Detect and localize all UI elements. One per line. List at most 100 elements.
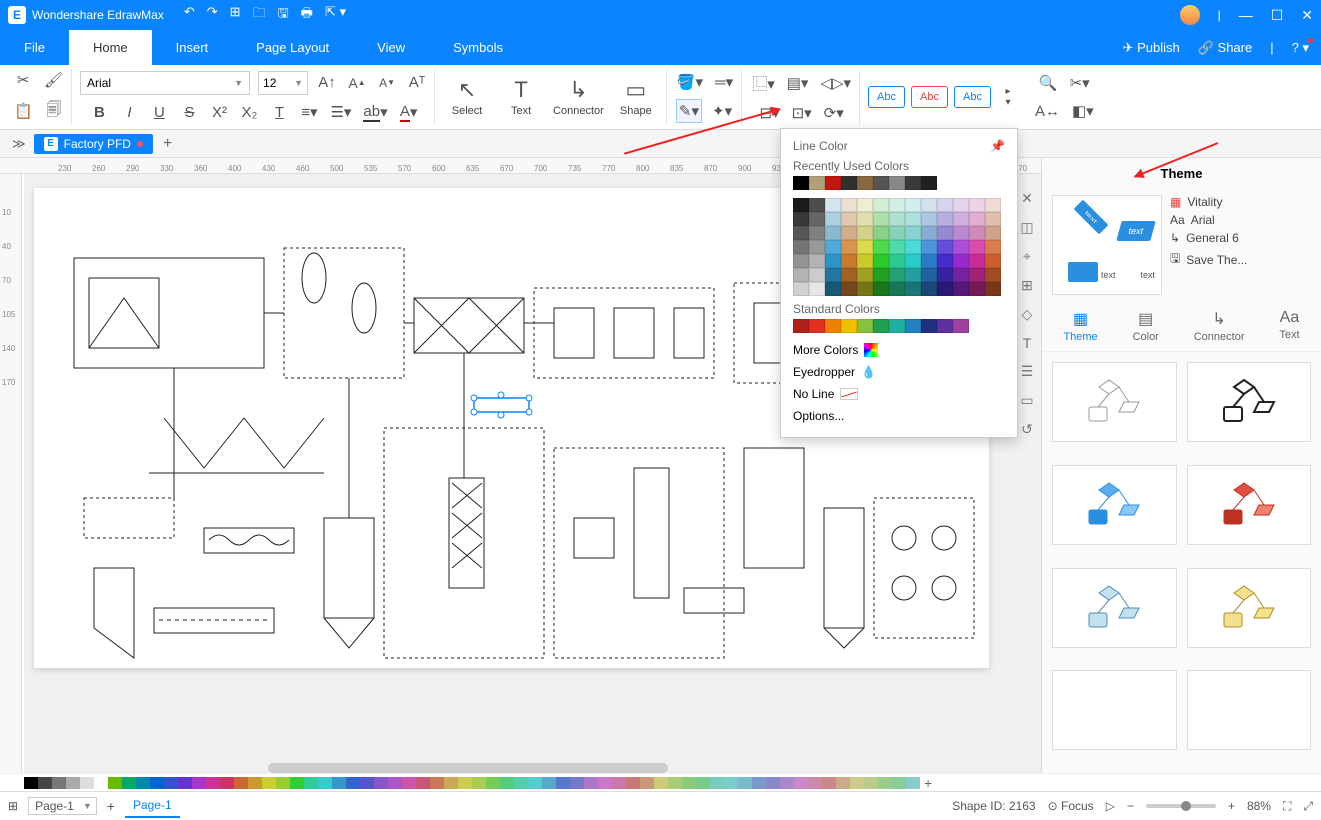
color-swatch[interactable] <box>857 212 873 226</box>
color-swatch[interactable] <box>857 226 873 240</box>
color-swatch[interactable] <box>857 282 873 296</box>
color-swatch[interactable] <box>793 212 809 226</box>
strip-swatch[interactable] <box>444 777 458 789</box>
edge-tool-lock-icon[interactable]: ⊞ <box>1021 277 1033 294</box>
export-icon[interactable]: ⇱ ▾ <box>325 4 346 26</box>
color-swatch[interactable] <box>841 226 857 240</box>
color-swatch[interactable] <box>937 254 953 268</box>
find-icon[interactable]: 🔍 <box>1037 72 1060 94</box>
help-button[interactable]: ? ▾ <box>1292 40 1309 56</box>
quick-style-3[interactable]: Abc <box>954 86 991 108</box>
strip-swatch[interactable] <box>584 777 598 789</box>
tabs-more-icon[interactable]: ≫ <box>4 136 34 152</box>
color-swatch[interactable] <box>841 268 857 282</box>
color-swatch[interactable] <box>793 254 809 268</box>
color-swatch[interactable] <box>809 254 825 268</box>
color-swatch[interactable] <box>985 212 1001 226</box>
color-swatch[interactable] <box>937 282 953 296</box>
size-icon[interactable]: ⊡▾ <box>790 102 814 124</box>
color-swatch[interactable] <box>873 226 889 240</box>
color-swatch[interactable] <box>953 268 969 282</box>
strip-swatch[interactable] <box>598 777 612 789</box>
page-select[interactable]: Page-1▼ <box>28 797 97 815</box>
font-case-icon[interactable]: Aᵀ <box>406 72 428 93</box>
menu-insert[interactable]: Insert <box>152 30 233 65</box>
color-swatch[interactable] <box>905 198 921 212</box>
subscript-icon[interactable]: X₂ <box>238 102 260 123</box>
color-swatch[interactable] <box>953 254 969 268</box>
color-swatch[interactable] <box>809 282 825 296</box>
theme-card[interactable] <box>1187 465 1312 545</box>
color-swatch[interactable] <box>841 212 857 226</box>
color-swatch[interactable] <box>889 254 905 268</box>
strip-swatch[interactable] <box>864 777 878 789</box>
bold-icon[interactable]: B <box>88 102 110 123</box>
color-swatch[interactable] <box>969 282 985 296</box>
color-swatch[interactable] <box>809 268 825 282</box>
strip-swatch[interactable] <box>822 777 836 789</box>
color-swatch[interactable] <box>889 226 905 240</box>
strip-swatch[interactable] <box>416 777 430 789</box>
color-swatch[interactable] <box>985 198 1001 212</box>
minimize-button[interactable]: — <box>1239 7 1253 23</box>
theme-card[interactable] <box>1187 568 1312 648</box>
font-color-icon[interactable]: A▾ <box>398 101 420 124</box>
superscript-icon[interactable]: X² <box>208 102 230 123</box>
color-swatch[interactable] <box>809 240 825 254</box>
strip-swatch[interactable] <box>248 777 262 789</box>
strip-swatch[interactable] <box>892 777 906 789</box>
color-swatch[interactable] <box>857 268 873 282</box>
color-swatch[interactable] <box>969 226 985 240</box>
edge-tool-focus-icon[interactable]: ⌖ <box>1023 248 1031 265</box>
style-more-icon[interactable]: ▸▾ <box>997 84 1019 110</box>
color-swatch[interactable] <box>793 226 809 240</box>
strip-swatch[interactable] <box>738 777 752 789</box>
strip-swatch[interactable] <box>528 777 542 789</box>
zoom-value[interactable]: 88% <box>1247 799 1271 813</box>
document-tab[interactable]: E Factory PFD <box>34 134 153 154</box>
color-swatch[interactable] <box>841 198 857 212</box>
strip-swatch[interactable] <box>570 777 584 789</box>
strip-swatch[interactable] <box>402 777 416 789</box>
color-swatch[interactable] <box>937 240 953 254</box>
color-swatch[interactable] <box>905 240 921 254</box>
strip-swatch[interactable] <box>80 777 94 789</box>
color-swatch[interactable] <box>825 212 841 226</box>
color-swatch[interactable] <box>889 319 905 333</box>
color-swatch[interactable] <box>873 176 889 190</box>
print-icon[interactable]: 🖶 <box>301 4 313 26</box>
replace-icon[interactable]: A↔ <box>1033 101 1062 122</box>
strip-swatch[interactable] <box>850 777 864 789</box>
color-swatch[interactable] <box>825 240 841 254</box>
color-swatch[interactable] <box>937 212 953 226</box>
theme-card[interactable] <box>1052 362 1177 442</box>
color-swatch[interactable] <box>905 254 921 268</box>
strip-swatch[interactable] <box>724 777 738 789</box>
maximize-button[interactable]: ☐ <box>1271 7 1284 24</box>
align-icon[interactable]: ▤▾ <box>785 72 811 94</box>
color-swatch[interactable] <box>809 226 825 240</box>
color-swatch[interactable] <box>841 240 857 254</box>
color-swatch[interactable] <box>793 176 809 190</box>
color-swatch[interactable] <box>889 198 905 212</box>
eyedropper-option[interactable]: Eyedropper💧 <box>793 361 1005 383</box>
color-swatch[interactable] <box>985 282 1001 296</box>
zoom-slider[interactable] <box>1146 804 1216 808</box>
strip-swatch[interactable] <box>794 777 808 789</box>
color-swatch[interactable] <box>809 198 825 212</box>
color-swatch[interactable] <box>905 176 921 190</box>
menu-page-layout[interactable]: Page Layout <box>232 30 353 65</box>
connector-tool[interactable]: ↳Connector <box>551 75 606 119</box>
line-style-icon[interactable]: ═▾ <box>713 71 735 93</box>
color-swatch[interactable] <box>825 319 841 333</box>
color-swatch[interactable] <box>889 268 905 282</box>
open-icon[interactable]: 🗀 <box>253 4 266 26</box>
effects-icon[interactable]: ✦▾ <box>710 100 734 122</box>
theme-general[interactable]: ↳General 6 <box>1170 231 1311 245</box>
strip-swatch[interactable] <box>682 777 696 789</box>
share-button[interactable]: 🔗 Share <box>1198 40 1253 56</box>
text-tool[interactable]: TText <box>497 75 545 119</box>
color-swatch[interactable] <box>921 176 937 190</box>
color-swatch[interactable] <box>937 198 953 212</box>
color-swatch[interactable] <box>921 240 937 254</box>
